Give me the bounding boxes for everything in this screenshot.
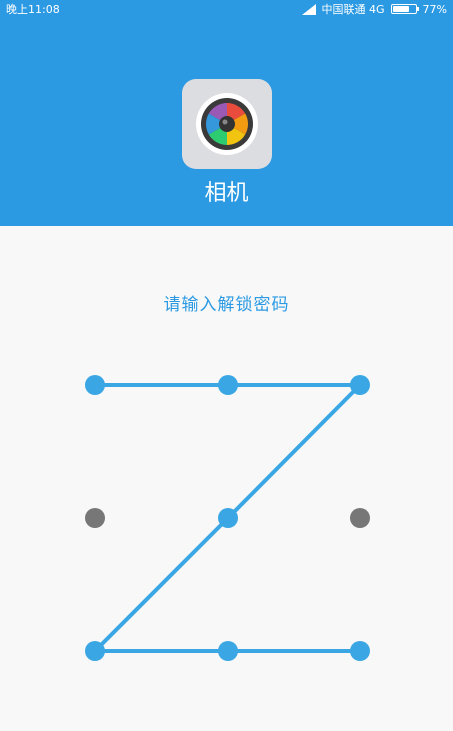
pattern-pad[interactable] — [0, 0, 453, 731]
pattern-dot-5[interactable] — [218, 508, 238, 528]
pattern-dot-8[interactable] — [218, 641, 238, 661]
pattern-segment — [226, 383, 362, 520]
pattern-dot-2[interactable] — [218, 375, 238, 395]
pattern-dot-9[interactable] — [350, 641, 370, 661]
pattern-segment — [93, 516, 230, 653]
pattern-dot-1[interactable] — [85, 375, 105, 395]
pattern-dot-3[interactable] — [350, 375, 370, 395]
pattern-dot-6[interactable] — [350, 508, 370, 528]
pattern-dot-4[interactable] — [85, 508, 105, 528]
pattern-dot-7[interactable] — [85, 641, 105, 661]
